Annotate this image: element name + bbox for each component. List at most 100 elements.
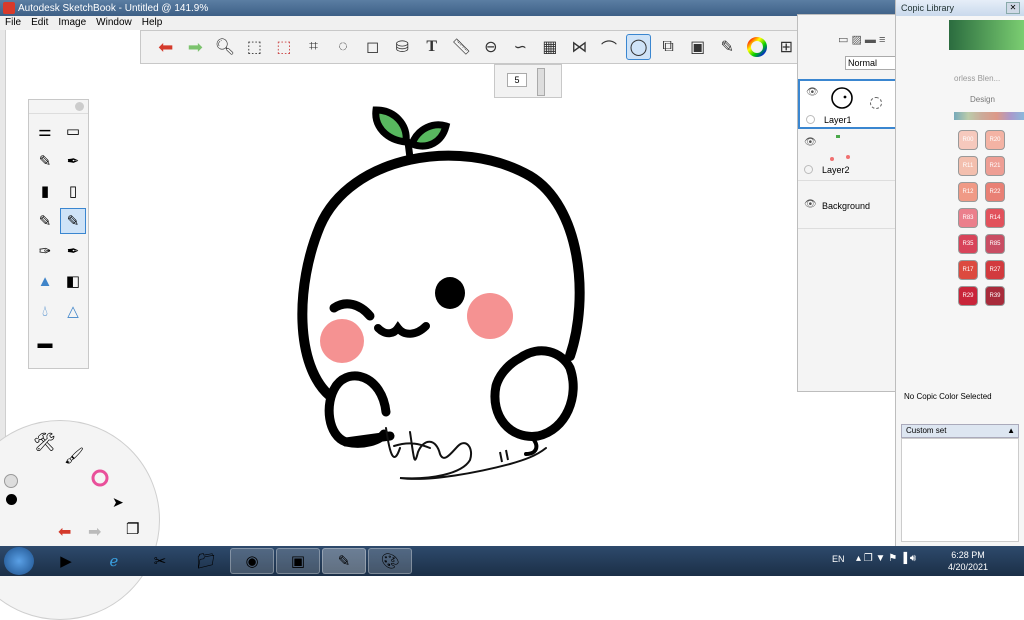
pen-nib-icon[interactable]: ✒ [60, 238, 86, 264]
crop-icon[interactable]: ⌗ [301, 34, 327, 60]
brush-size-slider[interactable] [537, 68, 545, 96]
perspective-icon[interactable]: ▦ [537, 34, 563, 60]
menu-edit[interactable]: Edit [26, 16, 53, 30]
redo-icon[interactable]: ➡ [183, 34, 209, 60]
copic-tab-design[interactable]: Design [970, 95, 995, 104]
color-wheel-icon[interactable] [744, 34, 770, 60]
close-icon[interactable] [75, 102, 84, 111]
file-explorer-icon[interactable]: 📁︎ [184, 548, 228, 574]
ballpoint-brush-icon[interactable]: ✒ [60, 148, 86, 174]
lagoon-undo-icon[interactable]: ⬅ [58, 522, 71, 542]
copic-swatch[interactable]: R29 [958, 286, 978, 306]
brushes-icon[interactable]: ✎ [714, 34, 740, 60]
copic-swatch[interactable]: R11 [958, 156, 978, 176]
undo-icon[interactable]: ⬅ [153, 34, 179, 60]
menu-help[interactable]: Help [137, 16, 168, 30]
select-icon[interactable]: ⬚ [242, 34, 268, 60]
copic-swatch[interactable]: R83 [958, 208, 978, 228]
tray-icons[interactable]: ▴ ❐ ▼ ⚑ ▐ 🔊︎ [856, 553, 916, 564]
swap-colors-icon[interactable] [4, 474, 18, 488]
menu-file[interactable]: File [0, 16, 26, 30]
stroke-icon[interactable]: ⌒ [596, 34, 622, 60]
copic-swatch[interactable]: R39 [985, 286, 1005, 306]
visibility-eye-icon[interactable]: 👁︎ [804, 199, 817, 210]
chrome-icon[interactable]: ◉ [230, 548, 274, 574]
copic-swatch[interactable]: R12 [958, 182, 978, 202]
paintbrush-icon[interactable]: ✑ [32, 238, 58, 264]
current-color-swatch[interactable] [6, 494, 17, 505]
transform-icon[interactable]: ◻ [360, 34, 386, 60]
copic-swatch[interactable]: R27 [985, 260, 1005, 280]
brush-library-icon[interactable]: ▭ [60, 118, 86, 144]
lasso-icon[interactable]: ◌ [330, 34, 356, 60]
visibility-eye-icon[interactable]: 👁︎ [804, 137, 817, 148]
symmetry-icon[interactable]: ⋈ [567, 34, 593, 60]
photos-icon[interactable]: ▣ [276, 548, 320, 574]
internet-explorer-icon[interactable]: ℯ [92, 548, 136, 574]
custom-set-header[interactable]: Custom set ▲ [901, 424, 1019, 438]
layer-select-radio[interactable] [806, 115, 815, 124]
language-indicator[interactable]: EN [832, 554, 845, 564]
media-player-icon[interactable]: ▶ [44, 548, 88, 574]
copic-swatch[interactable]: R00 [958, 130, 978, 150]
system-clock[interactable]: 6:28 PM 4/20/2021 [948, 549, 988, 573]
zoom-icon[interactable]: 🔍︎ [212, 34, 238, 60]
inking-brush-icon[interactable]: ✎ [32, 208, 58, 234]
french-curve-icon[interactable]: ∽ [508, 34, 534, 60]
menu-image[interactable]: Image [53, 16, 91, 30]
airbrush-icon[interactable]: ✎ [60, 208, 86, 234]
layer1-thumbnail [831, 87, 853, 109]
felt-brush-icon[interactable]: ▯ [60, 178, 86, 204]
copic-swatch[interactable]: R17 [958, 260, 978, 280]
lagoon-redo-icon[interactable]: ➡ [88, 522, 101, 542]
layer2-thumbnail-sprout [836, 135, 840, 138]
brush-size-panel: 5 [494, 64, 562, 98]
paint-icon[interactable]: 🎨︎ [368, 548, 412, 574]
layer-lock-icon[interactable] [870, 97, 882, 109]
brush-icon[interactable]: 🖌︎ [64, 446, 84, 466]
color-editor-icon[interactable] [90, 468, 110, 491]
copic-swatch[interactable]: R20 [985, 130, 1005, 150]
copic-hue-strip[interactable] [954, 112, 1024, 120]
hard-eraser-icon[interactable]: ▬ [32, 330, 58, 356]
menu-window[interactable]: Window [91, 16, 137, 30]
canvas-drawing[interactable] [290, 96, 590, 486]
lasso-select-icon[interactable]: ⬚ [271, 34, 297, 60]
pointer-icon[interactable]: ➤ [112, 494, 124, 511]
copic-icon[interactable]: ▣ [685, 34, 711, 60]
swatch-label: R85 [989, 241, 1001, 247]
eraser-brush-icon[interactable]: ◧ [60, 268, 86, 294]
pencil-brush-icon[interactable]: ✎ [32, 148, 58, 174]
layers-icon[interactable]: ⊞ [774, 34, 800, 60]
start-button[interactable] [4, 547, 34, 575]
copic-swatch[interactable]: R35 [958, 234, 978, 254]
layer-select-radio[interactable] [804, 165, 813, 174]
copic-swatch[interactable]: R22 [985, 182, 1005, 202]
sketchbook-icon[interactable]: ✎ [322, 548, 366, 574]
brush-properties-icon[interactable]: ⚌ [32, 118, 58, 144]
ruler-icon[interactable]: 📏︎ [448, 34, 474, 60]
copic-swatch[interactable]: R14 [985, 208, 1005, 228]
smear-brush-icon[interactable]: ▲ [32, 268, 58, 294]
copic-selection-status: No Copic Color Selected [904, 392, 992, 401]
blur-brush-icon[interactable]: 💧︎ [32, 298, 58, 324]
copy-icon[interactable]: ❐ [126, 520, 139, 538]
brush-size-value[interactable]: 5 [507, 73, 527, 87]
visibility-eye-icon[interactable]: 👁︎ [806, 87, 819, 98]
collapse-icon[interactable]: ▲ [1007, 425, 1018, 437]
close-icon[interactable]: ✕ [1006, 2, 1020, 14]
snipping-tool-icon[interactable]: ✂ [138, 548, 182, 574]
copic-swatch[interactable]: R85 [985, 234, 1005, 254]
custom-set-area[interactable] [901, 438, 1019, 542]
ellipse-guide-icon[interactable]: ⊖ [478, 34, 504, 60]
tools-icon[interactable]: 🛠︎ [33, 432, 56, 453]
text-icon[interactable]: T [419, 34, 445, 60]
shape-icon[interactable]: ⧉ [655, 34, 681, 60]
copic-swatch[interactable]: R21 [985, 156, 1005, 176]
fill-icon[interactable]: ⛁ [389, 34, 415, 60]
clock-time: 6:28 PM [951, 550, 985, 560]
sharpen-brush-icon[interactable]: △ [60, 298, 86, 324]
ellipse-icon[interactable]: ◯ [625, 34, 652, 60]
layer-toolbar-icons: ▭ ▨ ▬ ≡ [838, 34, 886, 46]
marker-brush-icon[interactable]: ▮ [32, 178, 58, 204]
